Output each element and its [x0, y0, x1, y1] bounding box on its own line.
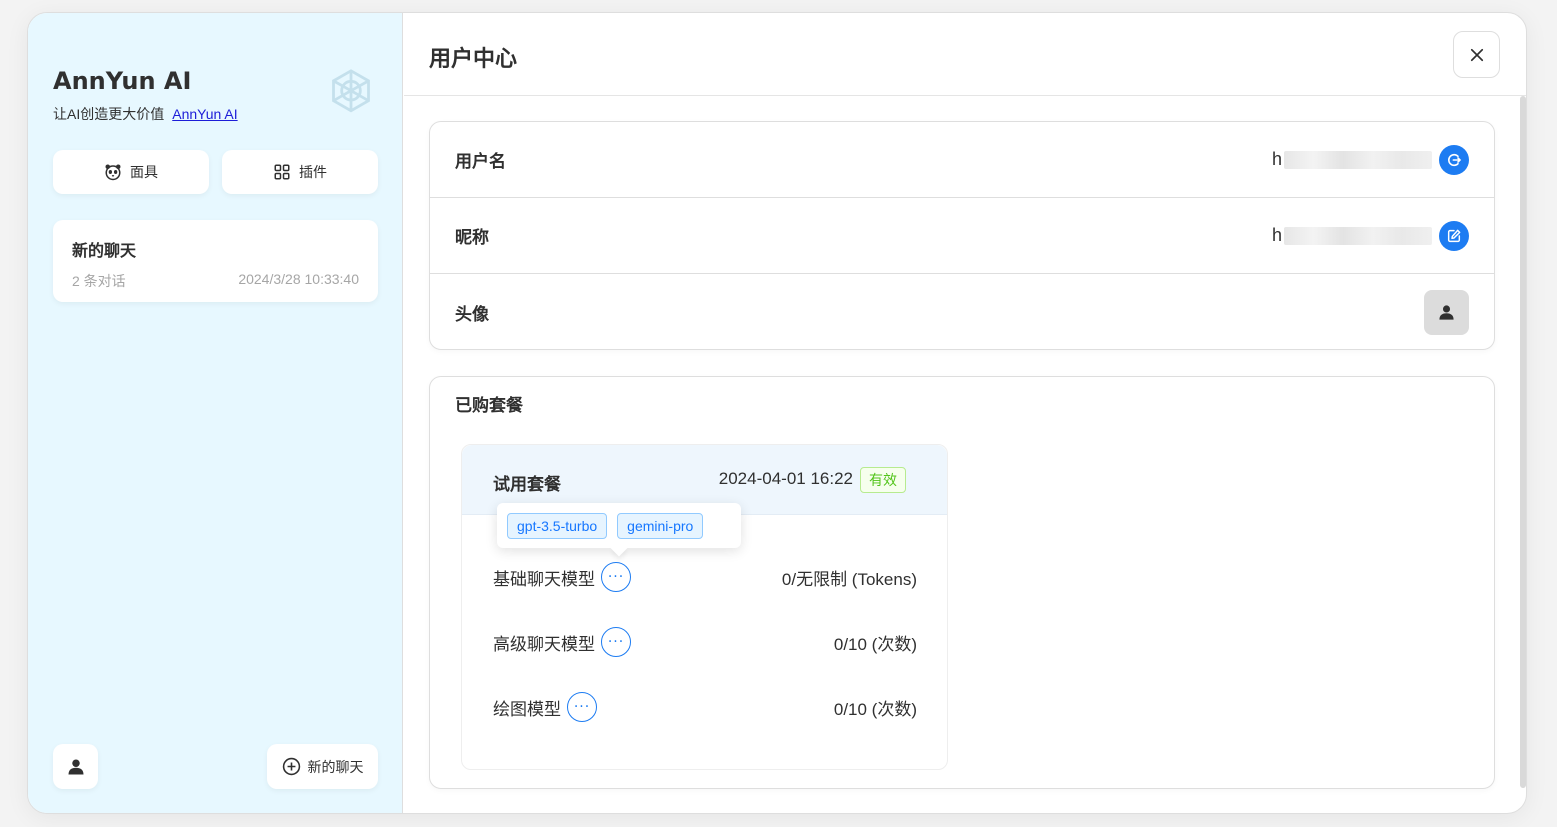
redacted-blur	[1284, 227, 1432, 246]
avatar[interactable]	[1424, 289, 1469, 335]
username-value: h	[1272, 149, 1432, 170]
user-info-card: 用户名 h 昵称 h 头像	[429, 121, 1495, 350]
package-quota-row: 基础聊天模型 ··· 0/无限制 (Tokens)	[493, 561, 917, 593]
chat-title: 新的聊天	[72, 243, 137, 260]
nickname-value: h	[1272, 225, 1432, 246]
model-tag: gemini-pro	[617, 512, 704, 539]
more-icon[interactable]: ···	[601, 627, 631, 657]
mask-icon	[105, 164, 121, 181]
user-settings-button[interactable]	[53, 744, 98, 789]
packages-title: 已购套餐	[455, 396, 523, 415]
app-window: AnnYun AI 让AI创造更大价值 AnnYun AI 面具 插件 新的聊天…	[27, 12, 1527, 814]
quota-value: 0/无限制 (Tokens)	[781, 569, 917, 589]
plus-circle-icon	[282, 757, 300, 776]
close-button[interactable]	[1453, 31, 1500, 78]
user-icon	[1439, 304, 1454, 320]
nickname-row: 昵称 h	[430, 198, 1494, 274]
quota-value: 0/10 (次数)	[833, 634, 917, 654]
chat-message-count: 2 条对话	[72, 273, 126, 289]
username-label: 用户名	[455, 152, 506, 171]
package-card: 试用套餐 2024-04-01 16:22 有效 gpt-3.5-turbo g…	[461, 444, 948, 770]
plugin-grid-icon	[274, 164, 290, 180]
brand-title: AnnYun AI	[53, 67, 192, 95]
avatar-label: 头像	[455, 304, 489, 324]
quota-label: 绘图模型	[493, 699, 561, 719]
scrollbar[interactable]	[1520, 96, 1526, 788]
user-icon	[68, 759, 83, 774]
chat-list-item[interactable]: 新的聊天 2 条对话 2024/3/28 10:33:40	[53, 220, 378, 302]
username-text: h	[1271, 149, 1282, 169]
openai-logo-icon	[332, 69, 370, 113]
mask-button-label: 面具	[130, 164, 158, 180]
brand-subtitle: 让AI创造更大价值 AnnYun AI	[53, 104, 238, 124]
edit-icon	[1447, 229, 1461, 242]
package-quota-row: 绘图模型 ··· 0/10 (次数)	[493, 691, 917, 723]
redacted-blur	[1284, 151, 1432, 170]
logout-icon	[1448, 153, 1462, 166]
status-badge: 有效	[860, 467, 906, 493]
nickname-label: 昵称	[455, 228, 489, 247]
brand-subtitle-text: 让AI创造更大价值	[53, 106, 165, 122]
more-icon[interactable]: ···	[567, 692, 597, 722]
panel-header: 用户中心	[404, 13, 1526, 96]
edit-nickname-button[interactable]	[1439, 220, 1469, 251]
quota-label: 高级聊天模型	[493, 634, 595, 654]
page-title: 用户中心	[429, 46, 518, 71]
plugin-button-label: 插件	[299, 164, 327, 180]
nickname-text: h	[1271, 225, 1282, 245]
packages-card: 已购套餐 试用套餐 2024-04-01 16:22 有效 gpt-3.5-tu…	[429, 376, 1495, 789]
package-expire-time: 2024-04-01 16:22	[718, 469, 853, 488]
avatar-row: 头像	[430, 274, 1494, 350]
more-icon[interactable]: ···	[601, 562, 631, 592]
model-tag: gpt-3.5-turbo	[507, 512, 608, 539]
mask-button[interactable]: 面具	[53, 150, 209, 194]
brand-link[interactable]: AnnYun AI	[172, 106, 237, 122]
model-tooltip: gpt-3.5-turbo gemini-pro	[497, 503, 741, 548]
user-center-panel: 用户中心 用户名 h 昵称 h 头像 已购套餐 试用套餐 2024-04-01 …	[404, 13, 1526, 813]
sidebar: AnnYun AI 让AI创造更大价值 AnnYun AI 面具 插件 新的聊天…	[28, 13, 403, 813]
quota-label: 基础聊天模型	[493, 569, 595, 589]
close-icon	[1470, 48, 1483, 61]
new-chat-button[interactable]: 新的聊天	[267, 744, 378, 789]
username-row: 用户名 h	[430, 122, 1494, 198]
logout-button[interactable]	[1439, 144, 1469, 175]
new-chat-label: 新的聊天	[307, 758, 364, 775]
plugin-button[interactable]: 插件	[222, 150, 378, 194]
quota-value: 0/10 (次数)	[833, 699, 917, 719]
package-name: 试用套餐	[493, 475, 561, 494]
chat-timestamp: 2024/3/28 10:33:40	[238, 271, 359, 287]
package-quota-row: 高级聊天模型 ··· 0/10 (次数)	[493, 626, 917, 658]
